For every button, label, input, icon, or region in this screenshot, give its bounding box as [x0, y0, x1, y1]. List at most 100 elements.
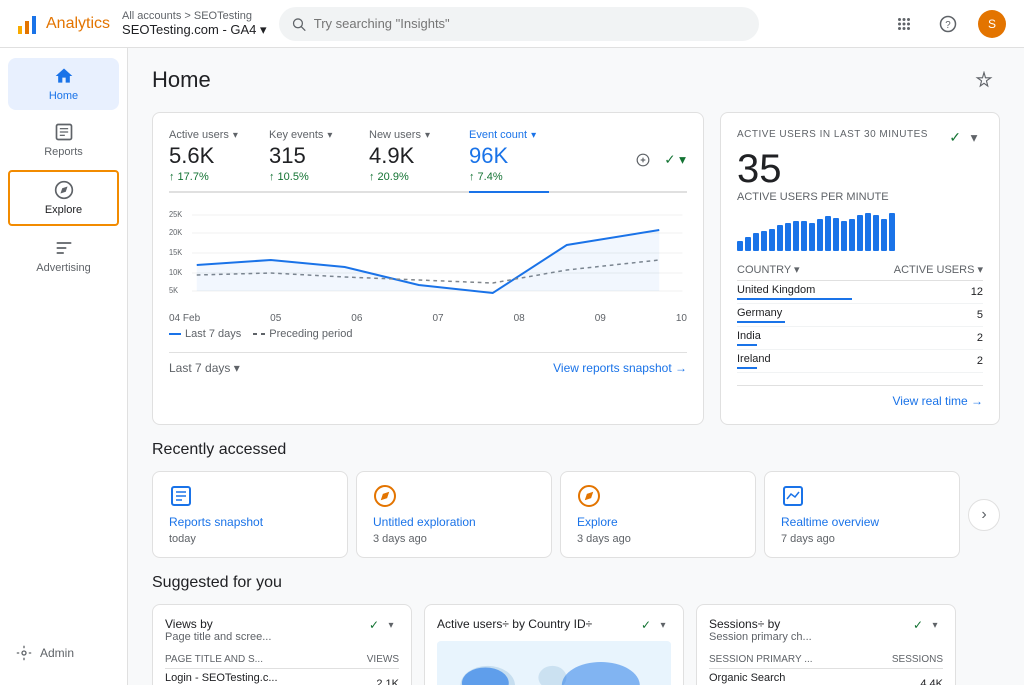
search-icon: [291, 16, 306, 32]
sidebar-item-label-home: Home: [49, 90, 78, 102]
main-layout: Home Reports Explore Advertising: [0, 0, 1024, 685]
sidebar-item-label-reports: Reports: [44, 146, 83, 158]
app-logo[interactable]: Analytics: [16, 12, 110, 36]
customize-button[interactable]: [968, 64, 1000, 96]
sg-check-icon-views: ✓: [369, 618, 379, 632]
advertising-icon: [54, 238, 74, 258]
sg-col-page: PAGE TITLE AND S...: [165, 651, 348, 669]
metrics-card-footer: Last 7 days ▾ View reports snapshot →: [169, 352, 687, 375]
recent-card-time-realtime: 7 days ago: [781, 533, 943, 545]
metric-compare-button[interactable]: [631, 148, 655, 172]
legend-dot-preceding: [253, 333, 265, 335]
country-row: India 2: [737, 327, 983, 350]
active-users-col-header[interactable]: ACTIVE USERS ▾: [852, 259, 983, 281]
recent-card-explore[interactable]: Explore 3 days ago: [560, 471, 756, 558]
suggested-card-sessions: Sessions÷ by Session primary ch... ✓ ▾ S…: [696, 604, 956, 685]
sg-card-header-sessions: Sessions÷ by Session primary ch... ✓ ▾: [709, 617, 943, 643]
breadcrumb-text: All accounts > SEOTesting: [122, 10, 267, 22]
legend-last7: Last 7 days: [169, 328, 241, 340]
sg-menu-sessions[interactable]: ▾: [927, 617, 943, 633]
recent-card-time-exploration: 3 days ago: [373, 533, 535, 545]
metric-tab-new-users[interactable]: New users ▾ 4.9K ↑ 20.9%: [369, 129, 449, 191]
property-name[interactable]: SEOTesting.com - GA4 ▾: [122, 22, 267, 38]
sg-menu-countries[interactable]: ▾: [655, 617, 671, 633]
analytics-logo-icon: [16, 12, 40, 36]
legend-preceding: Preceding period: [253, 328, 352, 340]
sidebar-item-label-advertising: Advertising: [36, 262, 90, 274]
metrics-chart: 25K 20K 15K 10K 5K: [169, 205, 687, 305]
sg-row: Login - SEOTesting.c...↑31.7%2.1K: [165, 669, 399, 685]
metric-tab-key-events[interactable]: Key events ▾ 315 ↑ 10.5%: [269, 129, 349, 191]
mini-bar: [889, 213, 895, 251]
view-realtime-link[interactable]: View real time →: [893, 394, 983, 408]
search-input[interactable]: [314, 16, 747, 31]
recent-nav-next[interactable]: ›: [968, 499, 1000, 531]
realtime-card: ACTIVE USERS IN LAST 30 MINUTES ✓ ▾ 35 A…: [720, 112, 1000, 425]
mini-bar: [753, 233, 759, 251]
mini-bar: [873, 215, 879, 251]
sidebar-item-explore[interactable]: Explore: [8, 170, 119, 226]
view-reports-snapshot-link[interactable]: View reports snapshot →: [553, 361, 687, 375]
chart-area: 25K 20K 15K 10K 5K: [169, 205, 687, 305]
mini-bar: [801, 221, 807, 251]
mini-bar: [769, 229, 775, 251]
account-info: All accounts > SEOTesting SEOTesting.com…: [122, 10, 267, 38]
account-button[interactable]: S: [976, 8, 1008, 40]
svg-text:10K: 10K: [169, 268, 183, 277]
recent-card-title-realtime: Realtime overview: [781, 515, 943, 529]
country-col-header[interactable]: COUNTRY ▾: [737, 259, 852, 281]
mini-bar: [817, 219, 823, 251]
realtime-menu-button[interactable]: ▾: [965, 129, 983, 147]
sg-card-header-views: Views by Page title and scree... ✓ ▾: [165, 617, 399, 643]
metric-controls: ✓ ▾: [631, 129, 687, 191]
search-bar[interactable]: [279, 7, 759, 41]
suggested-card-countries: Active users÷ by Country ID÷ ✓ ▾: [424, 604, 684, 685]
metric-check-button[interactable]: ✓ ▾: [663, 148, 687, 172]
recent-card-icon-realtime: [781, 484, 943, 511]
sg-check-icon-countries: ✓: [641, 618, 651, 632]
mini-bar: [857, 215, 863, 251]
avatar: S: [978, 10, 1006, 38]
recent-card-title-exploration: Untitled exploration: [373, 515, 535, 529]
mini-bar: [737, 241, 743, 251]
svg-text:5K: 5K: [169, 286, 179, 295]
mini-bar: [825, 216, 831, 251]
topbar-actions: ? S: [888, 8, 1008, 40]
explore-icon: [54, 180, 74, 200]
map-area: [437, 641, 671, 685]
recent-card-time-reports: today: [169, 533, 331, 545]
admin-item[interactable]: Admin: [8, 637, 119, 669]
chart-labels: 04 Feb050607080910: [169, 313, 687, 324]
sidebar-item-label-explore: Explore: [45, 204, 82, 216]
world-map: [437, 641, 671, 685]
realtime-sublabel: ACTIVE USERS PER MINUTE: [737, 191, 983, 203]
apps-button[interactable]: [888, 8, 920, 40]
period-selector[interactable]: Last 7 days ▾: [169, 361, 240, 375]
sg-menu-views[interactable]: ▾: [383, 617, 399, 633]
metric-tab-event-count[interactable]: Event count ▾ 96K ↑ 7.4%: [469, 129, 549, 193]
sparkle-icon: [975, 71, 993, 89]
recent-card-reports-snapshot[interactable]: Reports snapshot today: [152, 471, 348, 558]
sg-card-subtitle-sessions: Session primary ch...: [709, 631, 812, 643]
recent-card-exploration[interactable]: Untitled exploration 3 days ago: [356, 471, 552, 558]
svg-text:20K: 20K: [169, 228, 183, 237]
sg-table-sessions: SESSION PRIMARY ... SESSIONS Organic Sea…: [709, 651, 943, 685]
reports-icon: [54, 122, 74, 142]
help-button[interactable]: ?: [932, 8, 964, 40]
realtime-label: ACTIVE USERS IN LAST 30 MINUTES: [737, 129, 928, 140]
mini-bar: [881, 219, 887, 251]
metrics-section: Active users ▾ 5.6K ↑ 17.7% Key events ▾…: [152, 112, 1000, 425]
country-row: United Kingdom 12: [737, 281, 983, 304]
sidebar-item-advertising[interactable]: Advertising: [8, 230, 119, 282]
mini-bar: [809, 223, 815, 251]
mini-bar: [841, 221, 847, 251]
home-icon: [54, 66, 74, 86]
recent-card-realtime[interactable]: Realtime overview 7 days ago: [764, 471, 960, 558]
sidebar-item-home[interactable]: Home: [8, 58, 119, 110]
sg-col-source: SESSION PRIMARY ...: [709, 651, 866, 669]
sg-table-views: PAGE TITLE AND S... VIEWS Login - SEOTes…: [165, 651, 399, 685]
app-name: Analytics: [46, 15, 110, 33]
metric-tab-active-users[interactable]: Active users ▾ 5.6K ↑ 17.7%: [169, 129, 249, 191]
sidebar-item-reports[interactable]: Reports: [8, 114, 119, 166]
help-icon: ?: [939, 15, 957, 33]
